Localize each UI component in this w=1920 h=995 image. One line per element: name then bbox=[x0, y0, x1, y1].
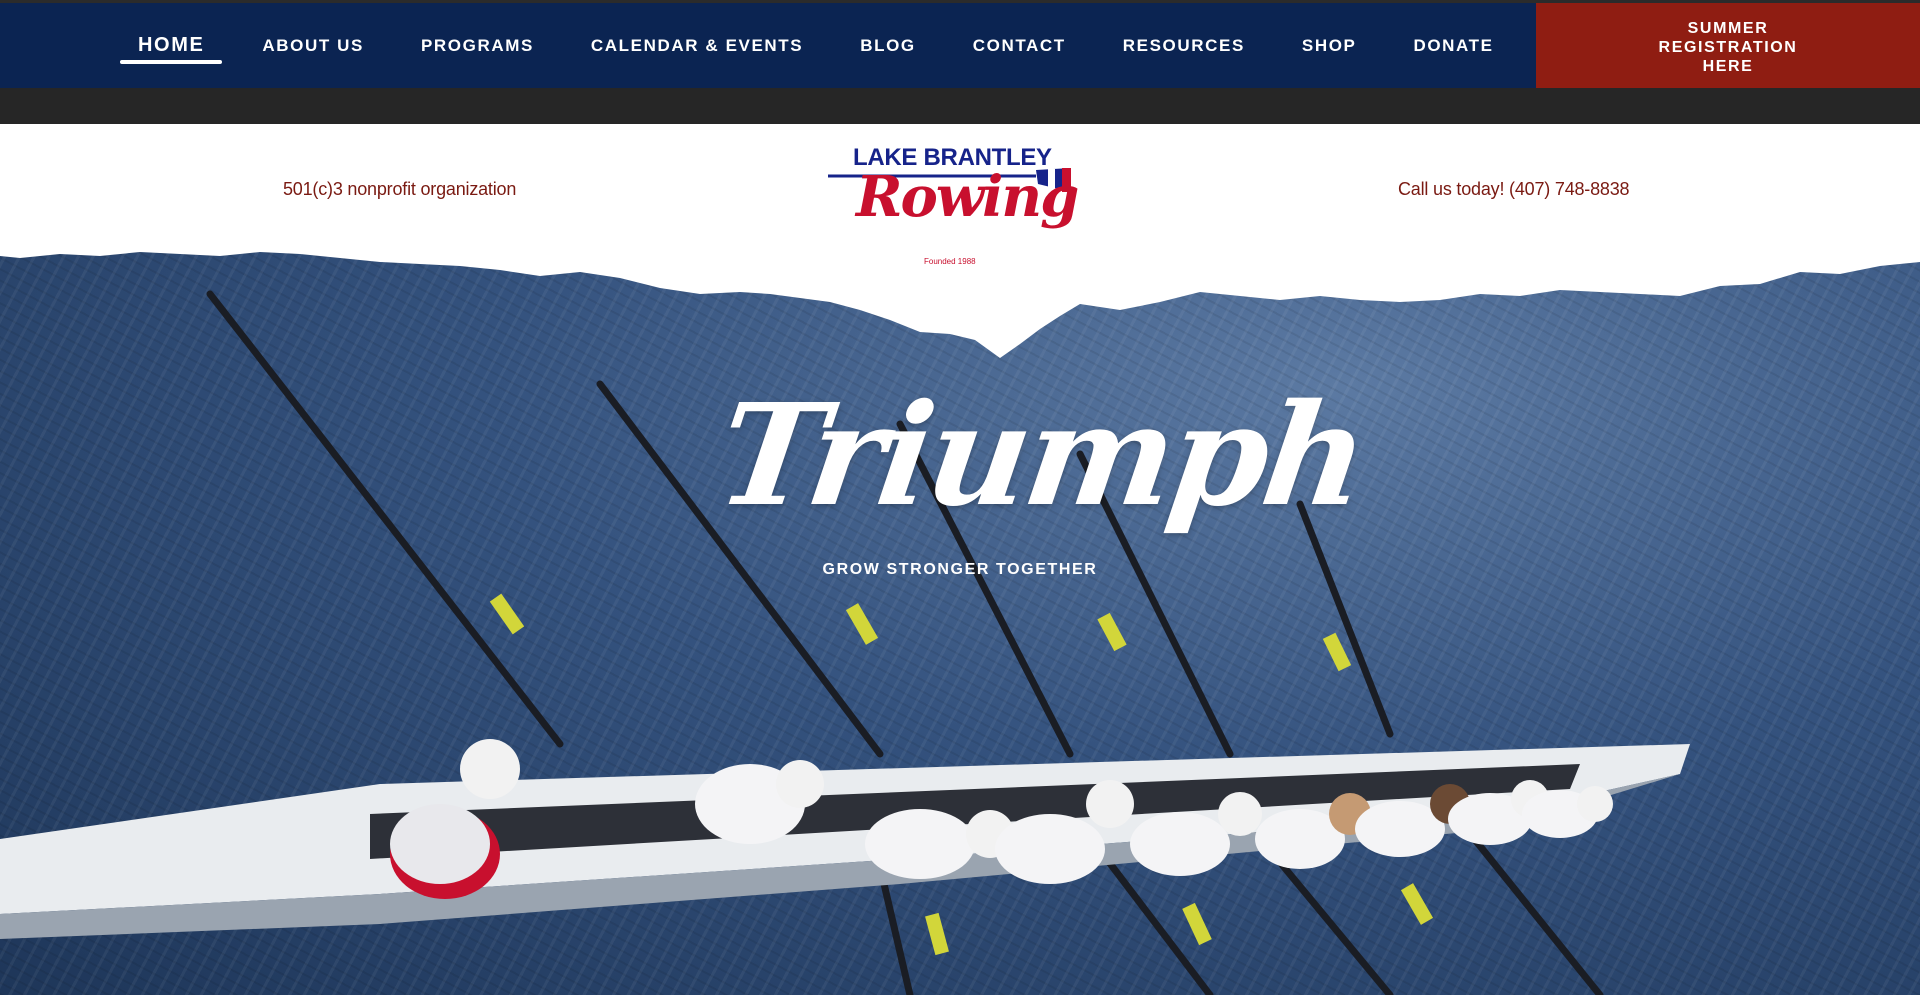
nav-item-programs[interactable]: PROGRAMS bbox=[421, 3, 534, 88]
nav-item-donate[interactable]: DONATE bbox=[1413, 3, 1493, 88]
logo-founded-text: Founded 1988 bbox=[924, 257, 976, 266]
nav-item-home[interactable]: HOME bbox=[120, 3, 223, 88]
top-navigation-bar: HOME ABOUT US PROGRAMS CALENDAR & EVENTS… bbox=[0, 0, 1920, 91]
nav-item-contact[interactable]: CONTACT bbox=[973, 3, 1066, 88]
nav-item-about-us[interactable]: ABOUT US bbox=[262, 3, 364, 88]
phone-contact-text[interactable]: Call us today! (407) 748-8838 bbox=[1398, 179, 1630, 200]
nav-item-calendar-events[interactable]: CALENDAR & EVENTS bbox=[591, 3, 803, 88]
hero-subtitle: GROW STRONGER TOGETHER bbox=[822, 561, 1098, 578]
lake-brantley-rowing-logo[interactable]: LAKE BRANTLEY Rowing Founded 1988 bbox=[826, 144, 1092, 266]
nonprofit-tagline: 501(c)3 nonprofit organization bbox=[283, 179, 517, 199]
hero-header: 501(c)3 nonprofit organization LAKE BRAN… bbox=[0, 124, 1920, 995]
main-menu: HOME ABOUT US PROGRAMS CALENDAR & EVENTS… bbox=[120, 3, 1551, 88]
nav-item-shop[interactable]: SHOP bbox=[1302, 3, 1357, 88]
nav-item-blog[interactable]: BLOG bbox=[860, 3, 916, 88]
hero-title: Triumph bbox=[708, 374, 1375, 538]
summer-registration-button[interactable]: SUMMER REGISTRATION HERE bbox=[1536, 3, 1920, 91]
nav-item-resources[interactable]: RESOURCES bbox=[1123, 3, 1245, 88]
header-divider-band bbox=[0, 88, 1920, 124]
summer-registration-label: SUMMER REGISTRATION HERE bbox=[1658, 19, 1798, 75]
logo-script-text: Rowing bbox=[856, 164, 1079, 230]
